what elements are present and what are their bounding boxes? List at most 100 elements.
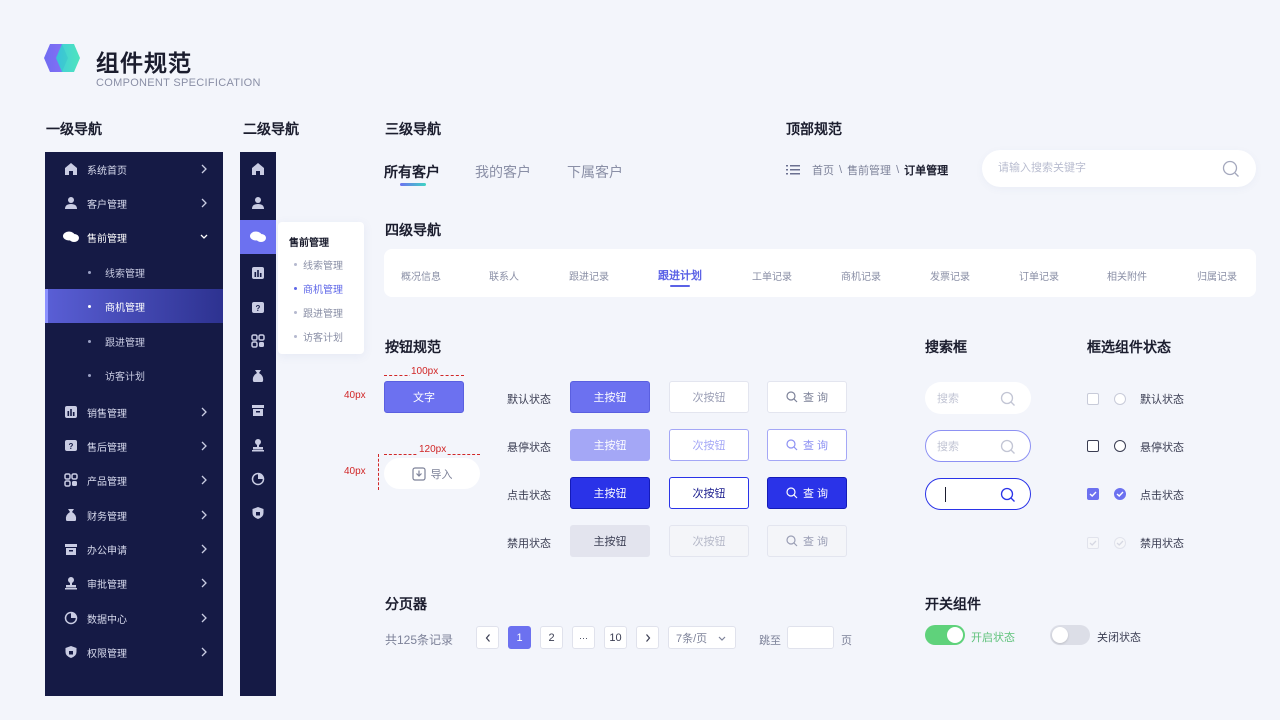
sidebar-item-label: 产品管理 — [87, 476, 127, 488]
page-ellipsis[interactable]: ··· — [572, 626, 595, 649]
chevron-down-icon — [718, 636, 726, 641]
collapsed-item-products[interactable] — [240, 324, 276, 358]
search-input[interactable] — [937, 391, 997, 406]
flyout-menu: 售前管理 线索管理 商机管理 跟进管理 访客计划 — [278, 222, 364, 354]
svg-text:?: ? — [256, 304, 261, 313]
checkbox-checked[interactable] — [1087, 488, 1099, 500]
primary-button-disabled: 主按钮 — [570, 525, 650, 557]
collapsed-item-sales[interactable] — [240, 256, 276, 290]
secondary-button-active[interactable]: 次按钮 — [669, 477, 749, 509]
collapsed-item-aftersales[interactable]: ? — [240, 291, 276, 325]
primary-button-hover[interactable]: 主按钮 — [570, 429, 650, 461]
query-button-active[interactable]: 查 询 — [767, 477, 847, 509]
import-button[interactable]: 导入 — [384, 458, 480, 489]
flyout-item-opportunities[interactable]: 商机管理 — [294, 281, 343, 296]
breadcrumb-home[interactable]: 首页 — [812, 162, 834, 178]
collapsed-item-data-center[interactable] — [240, 462, 276, 496]
tab-followup-records[interactable]: 跟进记录 — [569, 268, 609, 283]
page-1-button[interactable]: 1 — [508, 626, 531, 649]
collapsed-item-permissions[interactable] — [240, 496, 276, 530]
radio-checked[interactable] — [1114, 488, 1126, 500]
sidebar-item-products[interactable]: 产品管理 — [45, 463, 223, 497]
chevron-right-icon — [201, 613, 207, 623]
collapsed-item-approval[interactable] — [240, 428, 276, 462]
page-size-select[interactable]: 7条/页 — [668, 626, 736, 649]
search-input[interactable] — [937, 439, 997, 454]
primary-button-default[interactable]: 主按钮 — [570, 381, 650, 413]
secondary-button-default[interactable]: 次按钮 — [669, 381, 749, 413]
search-icon[interactable] — [1222, 160, 1240, 178]
search-icon — [786, 487, 798, 499]
sidebar-subitem-visitor-plan[interactable]: 访客计划 — [45, 358, 223, 392]
collapsed-item-presales[interactable] — [240, 220, 276, 254]
section-title-buttons: 按钮规范 — [385, 339, 441, 355]
goto-page-input[interactable] — [787, 626, 834, 649]
search-icon[interactable] — [1000, 391, 1016, 407]
sidebar-item-aftersales[interactable]: ? 售后管理 — [45, 429, 223, 463]
checkbox-hover[interactable] — [1087, 440, 1099, 452]
breadcrumb-presales[interactable]: 售前管理 — [847, 162, 891, 178]
sidebar-item-home[interactable]: 系统首页 — [45, 152, 223, 186]
tab-attachments[interactable]: 相关附件 — [1107, 268, 1147, 283]
prev-page-button[interactable] — [476, 626, 499, 649]
radio-hover[interactable] — [1114, 440, 1126, 452]
check-icon — [1089, 540, 1097, 546]
sidebar-item-customers[interactable]: 客户管理 — [45, 186, 223, 220]
tab-sub-customers[interactable]: 下属客户 — [567, 162, 623, 182]
sidebar-subitem-leads[interactable]: 线索管理 — [45, 255, 223, 289]
logo-icon — [44, 44, 80, 72]
sidebar-item-approval[interactable]: 审批管理 — [45, 566, 223, 600]
tab-overview[interactable]: 概况信息 — [401, 268, 441, 283]
sidebar-item-permissions[interactable]: 权限管理 — [45, 635, 223, 669]
tab-invoice-records[interactable]: 发票记录 — [930, 268, 970, 283]
sidebar-item-office[interactable]: 办公申请 — [45, 532, 223, 566]
radio-default[interactable] — [1114, 393, 1126, 405]
checkbox-default[interactable] — [1087, 393, 1099, 405]
question-icon: ? — [252, 302, 264, 313]
section-title-pagination: 分页器 — [385, 596, 427, 612]
sidebar-subitem-label: 跟进管理 — [105, 337, 145, 349]
tab-all-customers[interactable]: 所有客户 — [384, 162, 440, 182]
tab-ownership-records[interactable]: 归属记录 — [1197, 268, 1237, 283]
query-button-label: 查 询 — [802, 488, 829, 500]
search-icon[interactable] — [1000, 487, 1016, 503]
flyout-item-followup[interactable]: 跟进管理 — [294, 305, 343, 320]
collapsed-item-home[interactable] — [240, 152, 276, 186]
tab-opportunity-records[interactable]: 商机记录 — [841, 268, 881, 283]
collapsed-item-finance[interactable] — [240, 359, 276, 393]
collapsed-item-office[interactable] — [240, 393, 276, 427]
sidebar-item-finance[interactable]: 财务管理 — [45, 498, 223, 532]
query-button-hover[interactable]: 查 询 — [767, 429, 847, 461]
flyout-item-leads[interactable]: 线索管理 — [294, 257, 343, 272]
tab-my-customers[interactable]: 我的客户 — [475, 162, 531, 182]
switch-knob — [947, 627, 963, 643]
secondary-button-hover[interactable]: 次按钮 — [669, 429, 749, 461]
query-button-default[interactable]: 查 询 — [767, 381, 847, 413]
tab-ticket-records[interactable]: 工单记录 — [752, 268, 792, 283]
tab-contacts[interactable]: 联系人 — [489, 268, 519, 283]
sidebar-subitem-opportunities[interactable]: 商机管理 — [45, 289, 223, 323]
shield-icon — [63, 644, 79, 660]
flyout-item-visitor-plan[interactable]: 访客计划 — [294, 329, 343, 344]
chevron-right-icon — [201, 198, 207, 208]
switch-off[interactable] — [1050, 625, 1090, 645]
top-search-input[interactable] — [998, 159, 1208, 177]
tab-order-records[interactable]: 订单记录 — [1019, 268, 1059, 283]
switch-on[interactable] — [925, 625, 965, 645]
next-page-button[interactable] — [636, 626, 659, 649]
sidebar-item-data-center[interactable]: 数据中心 — [45, 601, 223, 635]
section-title-nav2: 二级导航 — [243, 121, 299, 137]
sidebar-item-presales[interactable]: 售前管理 — [45, 220, 223, 254]
sidebar-item-sales[interactable]: 销售管理 — [45, 395, 223, 429]
collapsed-item-customers[interactable] — [240, 186, 276, 220]
page-2-button[interactable]: 2 — [540, 626, 563, 649]
search-icon[interactable] — [1000, 439, 1016, 455]
sidebar-subitem-followup[interactable]: 跟进管理 — [45, 324, 223, 358]
sidebar-subitem-label: 访客计划 — [105, 371, 145, 383]
text-button[interactable]: 文字 — [384, 381, 464, 413]
page-10-button[interactable]: 10 — [604, 626, 627, 649]
primary-button-active[interactable]: 主按钮 — [570, 477, 650, 509]
menu-list-icon[interactable] — [786, 164, 800, 176]
secondary-button-disabled: 次按钮 — [669, 525, 749, 557]
tab-followup-plan[interactable]: 跟进计划 — [658, 267, 702, 283]
